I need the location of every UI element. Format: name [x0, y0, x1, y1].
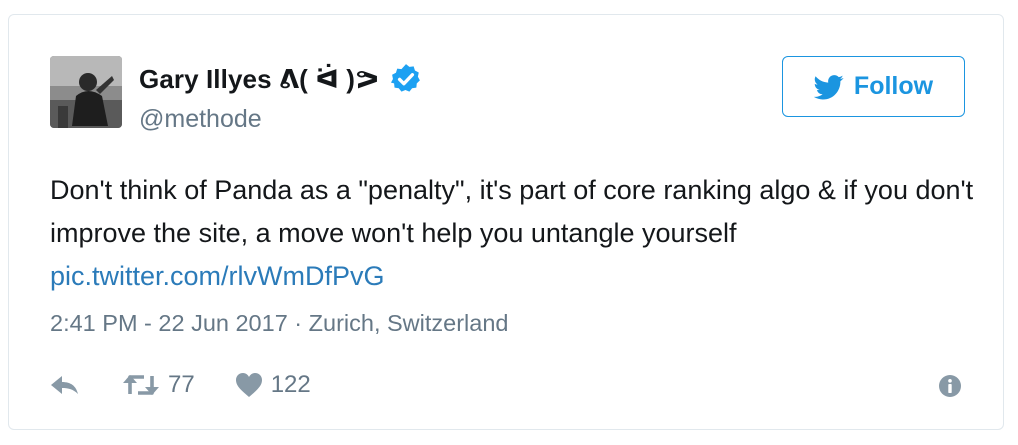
retweet-icon [123, 375, 159, 395]
tweet-card: Gary Illyes ᕕ( ᐛ )ᕗ @methode Follow Don'… [8, 14, 1004, 430]
tweet-body: Don't think of Panda as a "penalty", it'… [50, 175, 974, 248]
author-handle[interactable]: @methode [139, 105, 262, 134]
follow-label: Follow [853, 72, 934, 100]
tweet-meta: 2:41 PM - 22 Jun 2017 · Zurich, Switzerl… [50, 310, 508, 337]
like-count: 122 [270, 371, 311, 398]
tweet-location[interactable]: Zurich, Switzerland [309, 310, 509, 336]
reply-button[interactable] [50, 373, 80, 397]
tweet-actions: 77 122 [50, 367, 311, 403]
avatar[interactable] [50, 56, 122, 128]
tweet-timestamp[interactable]: 2:41 PM - 22 Jun 2017 [50, 310, 288, 336]
follow-button[interactable]: Follow [782, 56, 965, 117]
reply-icon [51, 376, 78, 394]
tweet-media-link[interactable]: pic.twitter.com/rlvWmDfPvG [50, 261, 385, 291]
like-button[interactable]: 122 [235, 371, 311, 399]
author-row: Gary Illyes ᕕ( ᐛ )ᕗ [139, 61, 423, 97]
author-name[interactable]: Gary Illyes ᕕ( ᐛ )ᕗ [139, 64, 379, 95]
avatar-photo [50, 56, 122, 128]
tweet-text: Don't think of Panda as a "penalty", it'… [50, 169, 980, 298]
verified-badge-icon [391, 64, 421, 92]
meta-separator: · [287, 310, 309, 336]
twitter-bird-icon [813, 74, 844, 99]
retweet-button[interactable]: 77 [122, 371, 195, 399]
info-icon[interactable] [938, 374, 962, 398]
heart-icon [235, 373, 262, 397]
retweet-count: 77 [168, 371, 195, 398]
